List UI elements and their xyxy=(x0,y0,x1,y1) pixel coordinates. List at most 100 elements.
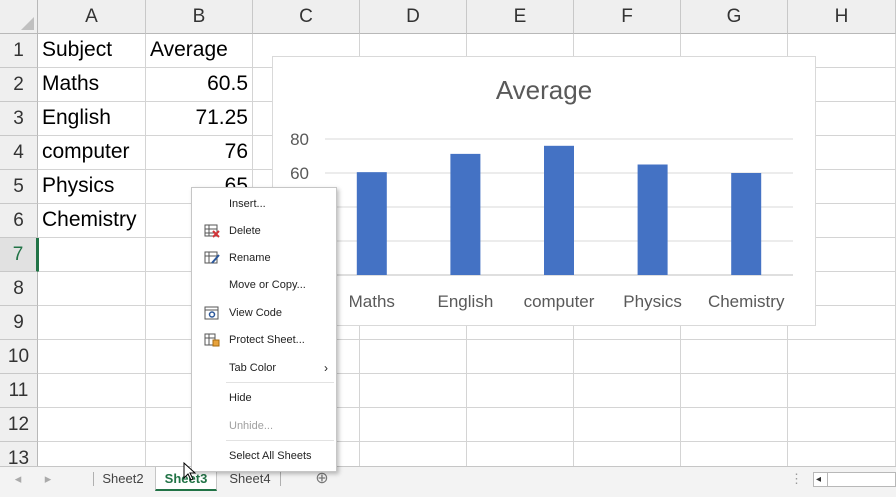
bar-physics[interactable] xyxy=(637,164,668,276)
select-all-triangle xyxy=(21,17,34,30)
menu-separator xyxy=(226,382,334,383)
tab-separator xyxy=(93,472,94,486)
row-header-3[interactable]: 3 xyxy=(0,102,38,136)
bar-computer[interactable] xyxy=(544,145,574,275)
column-header-h[interactable]: H xyxy=(788,0,896,34)
row-header-12[interactable]: 12 xyxy=(0,408,38,442)
column-header-c[interactable]: C xyxy=(253,0,360,34)
cell-a13[interactable] xyxy=(38,442,146,466)
select-all-corner[interactable] xyxy=(0,0,38,34)
row-header-9[interactable]: 9 xyxy=(0,306,38,340)
row-header-4[interactable]: 4 xyxy=(0,136,38,170)
x-category-label: English xyxy=(438,292,494,311)
cell-a12[interactable] xyxy=(38,408,146,442)
cell-a10[interactable] xyxy=(38,340,146,374)
bar-chemistry[interactable] xyxy=(731,173,762,275)
menu-separator xyxy=(226,440,334,441)
cell-e11[interactable] xyxy=(467,374,574,408)
cell-d12[interactable] xyxy=(360,408,467,442)
cell-a8[interactable] xyxy=(38,272,146,306)
cell-g10[interactable] xyxy=(681,340,788,374)
menu-item-label: Hide xyxy=(229,392,252,404)
cell-a4[interactable]: computer xyxy=(38,136,146,170)
average-bar-chart[interactable]: Average 80 60 Maths English computer Physics C… xyxy=(272,56,816,326)
row-header-6[interactable]: 6 xyxy=(0,204,38,238)
view-code-icon xyxy=(204,306,219,320)
row-header-2[interactable]: 2 xyxy=(0,68,38,102)
menu-item-tab-color[interactable]: Tab Color › xyxy=(192,357,336,379)
sheet-tab-bar: ◂ ▸ Sheet2 Sheet3 Sheet4 ⊕ ⋮ ◂ xyxy=(0,466,896,497)
cell-g13[interactable] xyxy=(681,442,788,466)
cell-a9[interactable] xyxy=(38,306,146,340)
menu-item-label: Delete xyxy=(229,225,261,237)
x-category-label: Physics xyxy=(623,292,682,311)
cell-b1[interactable]: Average xyxy=(146,34,253,68)
menu-item-delete[interactable]: Delete xyxy=(192,220,336,242)
scrollbar-divider xyxy=(827,473,828,486)
column-header-g[interactable]: G xyxy=(681,0,788,34)
y-tick-label: 80 xyxy=(290,130,309,149)
cell-f11[interactable] xyxy=(574,374,681,408)
menu-item-view-code[interactable]: View Code xyxy=(192,302,336,324)
cell-b4[interactable]: 76 xyxy=(146,136,253,170)
menu-item-label: Rename xyxy=(229,252,271,264)
row-header-13[interactable]: 13 xyxy=(0,442,38,466)
row-header-11[interactable]: 11 xyxy=(0,374,38,408)
row-header-8[interactable]: 8 xyxy=(0,272,38,306)
menu-item-label: View Code xyxy=(229,307,282,319)
tab-scroll-prev-button[interactable]: ◂ xyxy=(8,467,28,491)
cell-b2[interactable]: 60.5 xyxy=(146,68,253,102)
cell-f13[interactable] xyxy=(574,442,681,466)
cell-d13[interactable] xyxy=(360,442,467,466)
cell-e13[interactable] xyxy=(467,442,574,466)
row-header-10[interactable]: 10 xyxy=(0,340,38,374)
cell-g12[interactable] xyxy=(681,408,788,442)
split-handle-icon[interactable]: ⋮ xyxy=(790,467,803,491)
delete-sheet-icon xyxy=(204,224,220,238)
cell-a5[interactable]: Physics xyxy=(38,170,146,204)
menu-item-protect-sheet[interactable]: Protect Sheet... xyxy=(192,329,336,351)
cell-d10[interactable] xyxy=(360,340,467,374)
menu-item-select-all-sheets[interactable]: Select All Sheets xyxy=(192,445,336,467)
cell-h13[interactable] xyxy=(788,442,896,466)
row-header-1[interactable]: 1 xyxy=(0,34,38,68)
menu-item-label: Insert... xyxy=(229,198,266,210)
cell-h12[interactable] xyxy=(788,408,896,442)
menu-item-move-or-copy[interactable]: Move or Copy... xyxy=(192,274,336,296)
cell-a3[interactable]: English xyxy=(38,102,146,136)
menu-item-unhide: Unhide... xyxy=(192,415,336,437)
tab-scroll-next-button[interactable]: ▸ xyxy=(38,467,58,491)
mouse-cursor-icon xyxy=(183,462,197,481)
cell-a7[interactable] xyxy=(38,238,146,272)
cell-a11[interactable] xyxy=(38,374,146,408)
cell-h11[interactable] xyxy=(788,374,896,408)
column-header-d[interactable]: D xyxy=(360,0,467,34)
tab-sheet2[interactable]: Sheet2 xyxy=(96,467,150,491)
scroll-left-arrow-icon[interactable]: ◂ xyxy=(816,473,821,486)
horizontal-scrollbar[interactable]: ◂ xyxy=(813,472,896,487)
cell-e12[interactable] xyxy=(467,408,574,442)
bar-maths[interactable] xyxy=(356,172,387,275)
spreadsheet-grid[interactable]: A B C D E F G H 1 2 3 4 5 6 7 8 9 10 11 … xyxy=(0,0,896,466)
cell-a1[interactable]: Subject xyxy=(38,34,146,68)
menu-item-hide[interactable]: Hide xyxy=(192,387,336,409)
cell-f12[interactable] xyxy=(574,408,681,442)
row-header-7[interactable]: 7 xyxy=(0,238,38,272)
cell-h10[interactable] xyxy=(788,340,896,374)
cell-d11[interactable] xyxy=(360,374,467,408)
chart-plot: 80 60 Maths English computer Physics Chemistry xyxy=(290,130,793,311)
column-header-f[interactable]: F xyxy=(574,0,681,34)
menu-item-rename[interactable]: Rename xyxy=(192,247,336,269)
column-header-a[interactable]: A xyxy=(38,0,146,34)
menu-item-insert[interactable]: Insert... xyxy=(192,193,336,215)
cell-g11[interactable] xyxy=(681,374,788,408)
cell-a2[interactable]: Maths xyxy=(38,68,146,102)
bar-english[interactable] xyxy=(450,153,481,275)
row-header-5[interactable]: 5 xyxy=(0,170,38,204)
cell-a6[interactable]: Chemistry xyxy=(38,204,146,238)
column-header-e[interactable]: E xyxy=(467,0,574,34)
cell-e10[interactable] xyxy=(467,340,574,374)
cell-f10[interactable] xyxy=(574,340,681,374)
column-header-b[interactable]: B xyxy=(146,0,253,34)
cell-b3[interactable]: 71.25 xyxy=(146,102,253,136)
